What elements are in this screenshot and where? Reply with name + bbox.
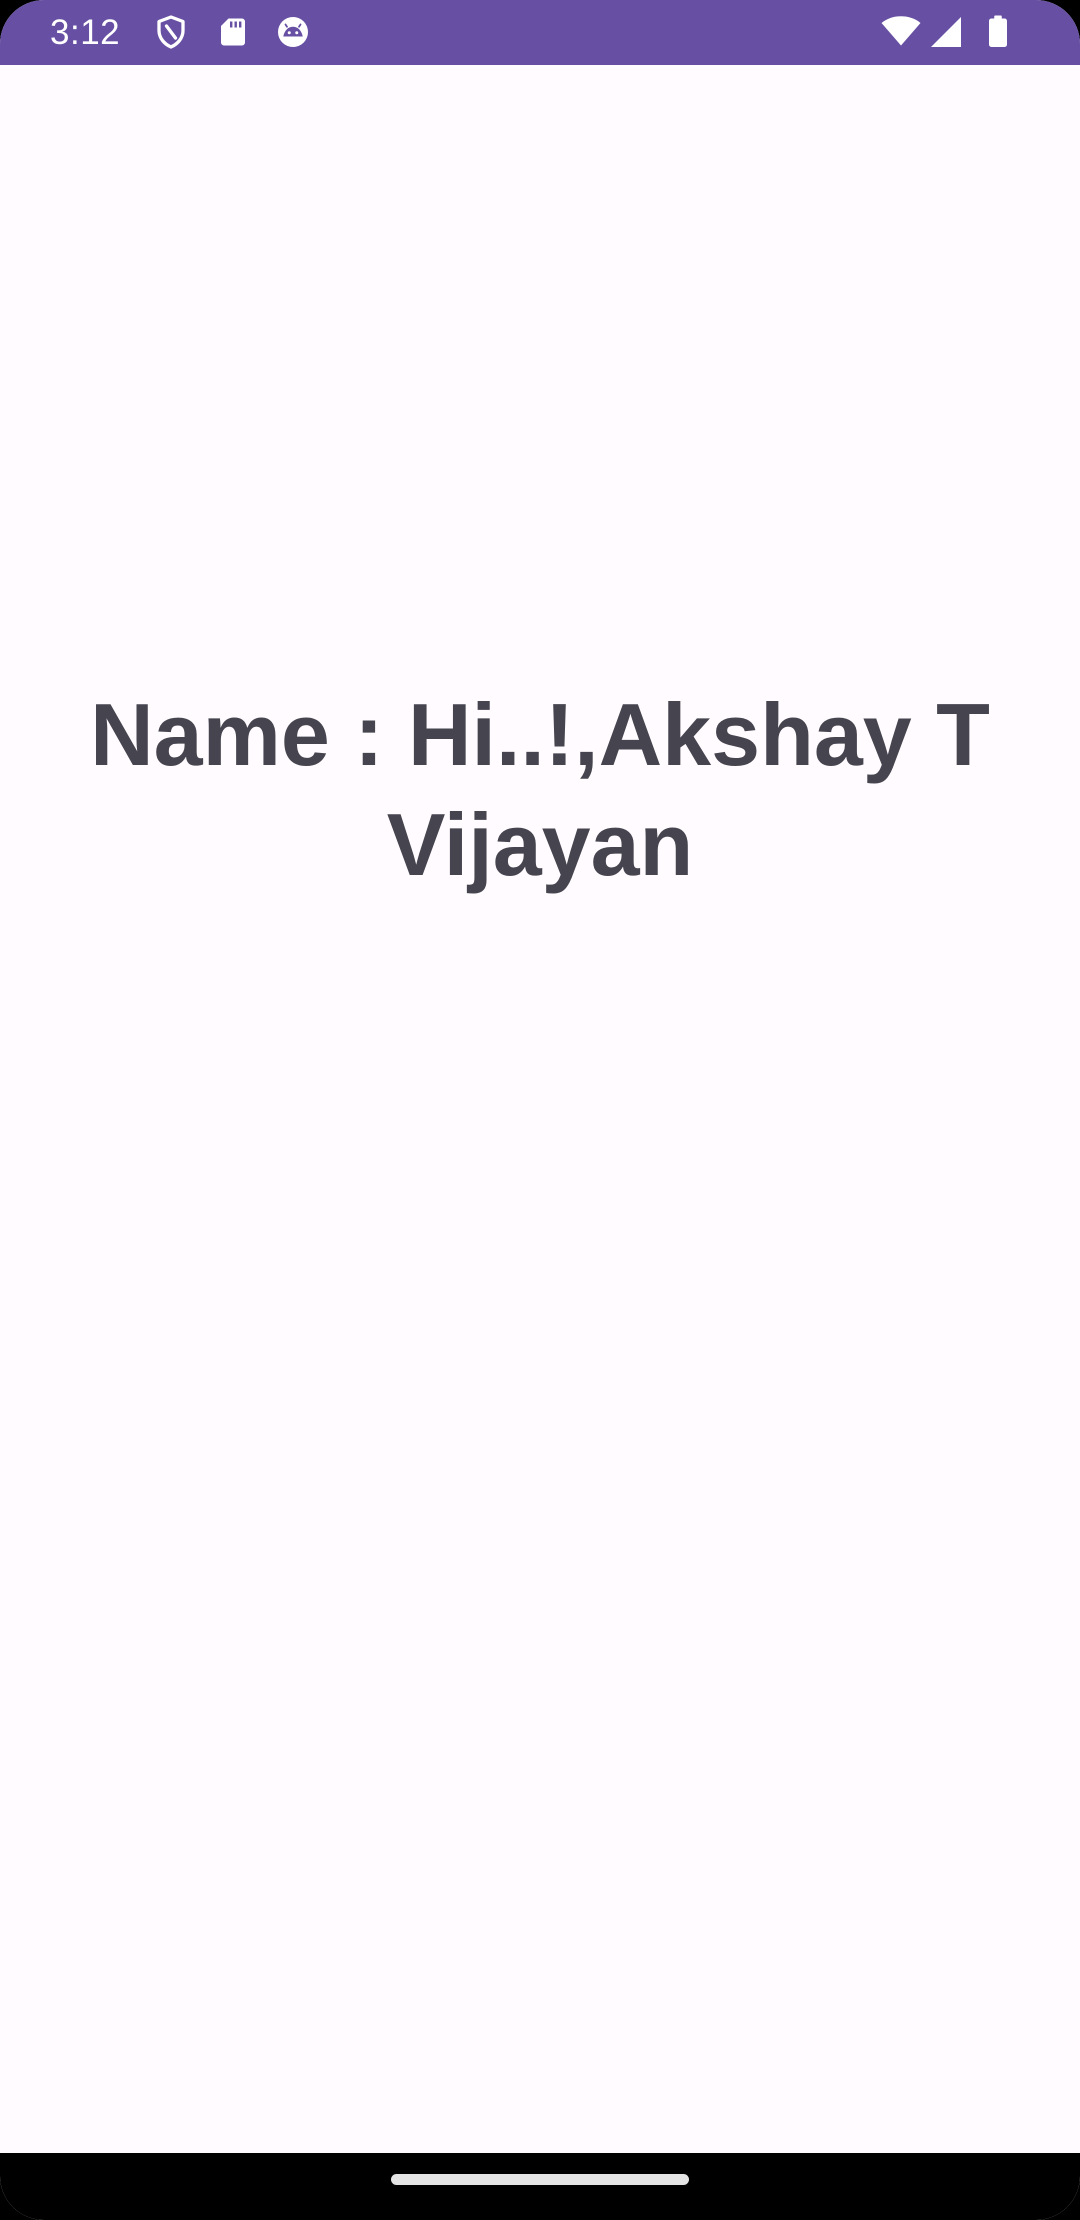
battery-icon [980,14,1016,50]
main-content: Name : Hi..!,Akshay T Vijayan [0,65,1080,2153]
navigation-bar [0,2153,1080,2220]
status-bar: 3:12 [0,0,1080,65]
sd-card-icon [215,14,251,50]
android-face-icon [275,14,311,50]
wifi-icon [880,14,922,50]
status-time: 3:12 [50,13,121,52]
home-gesture-handle[interactable] [391,2174,689,2185]
app-screen: 3:12 Name: Hi..!,Akshay T Vijayan [0,0,1080,2220]
name-text: Name : Hi..!,Akshay T Vijayan [90,685,990,894]
shield-icon [153,14,189,50]
cellular-signal-icon [928,14,964,50]
